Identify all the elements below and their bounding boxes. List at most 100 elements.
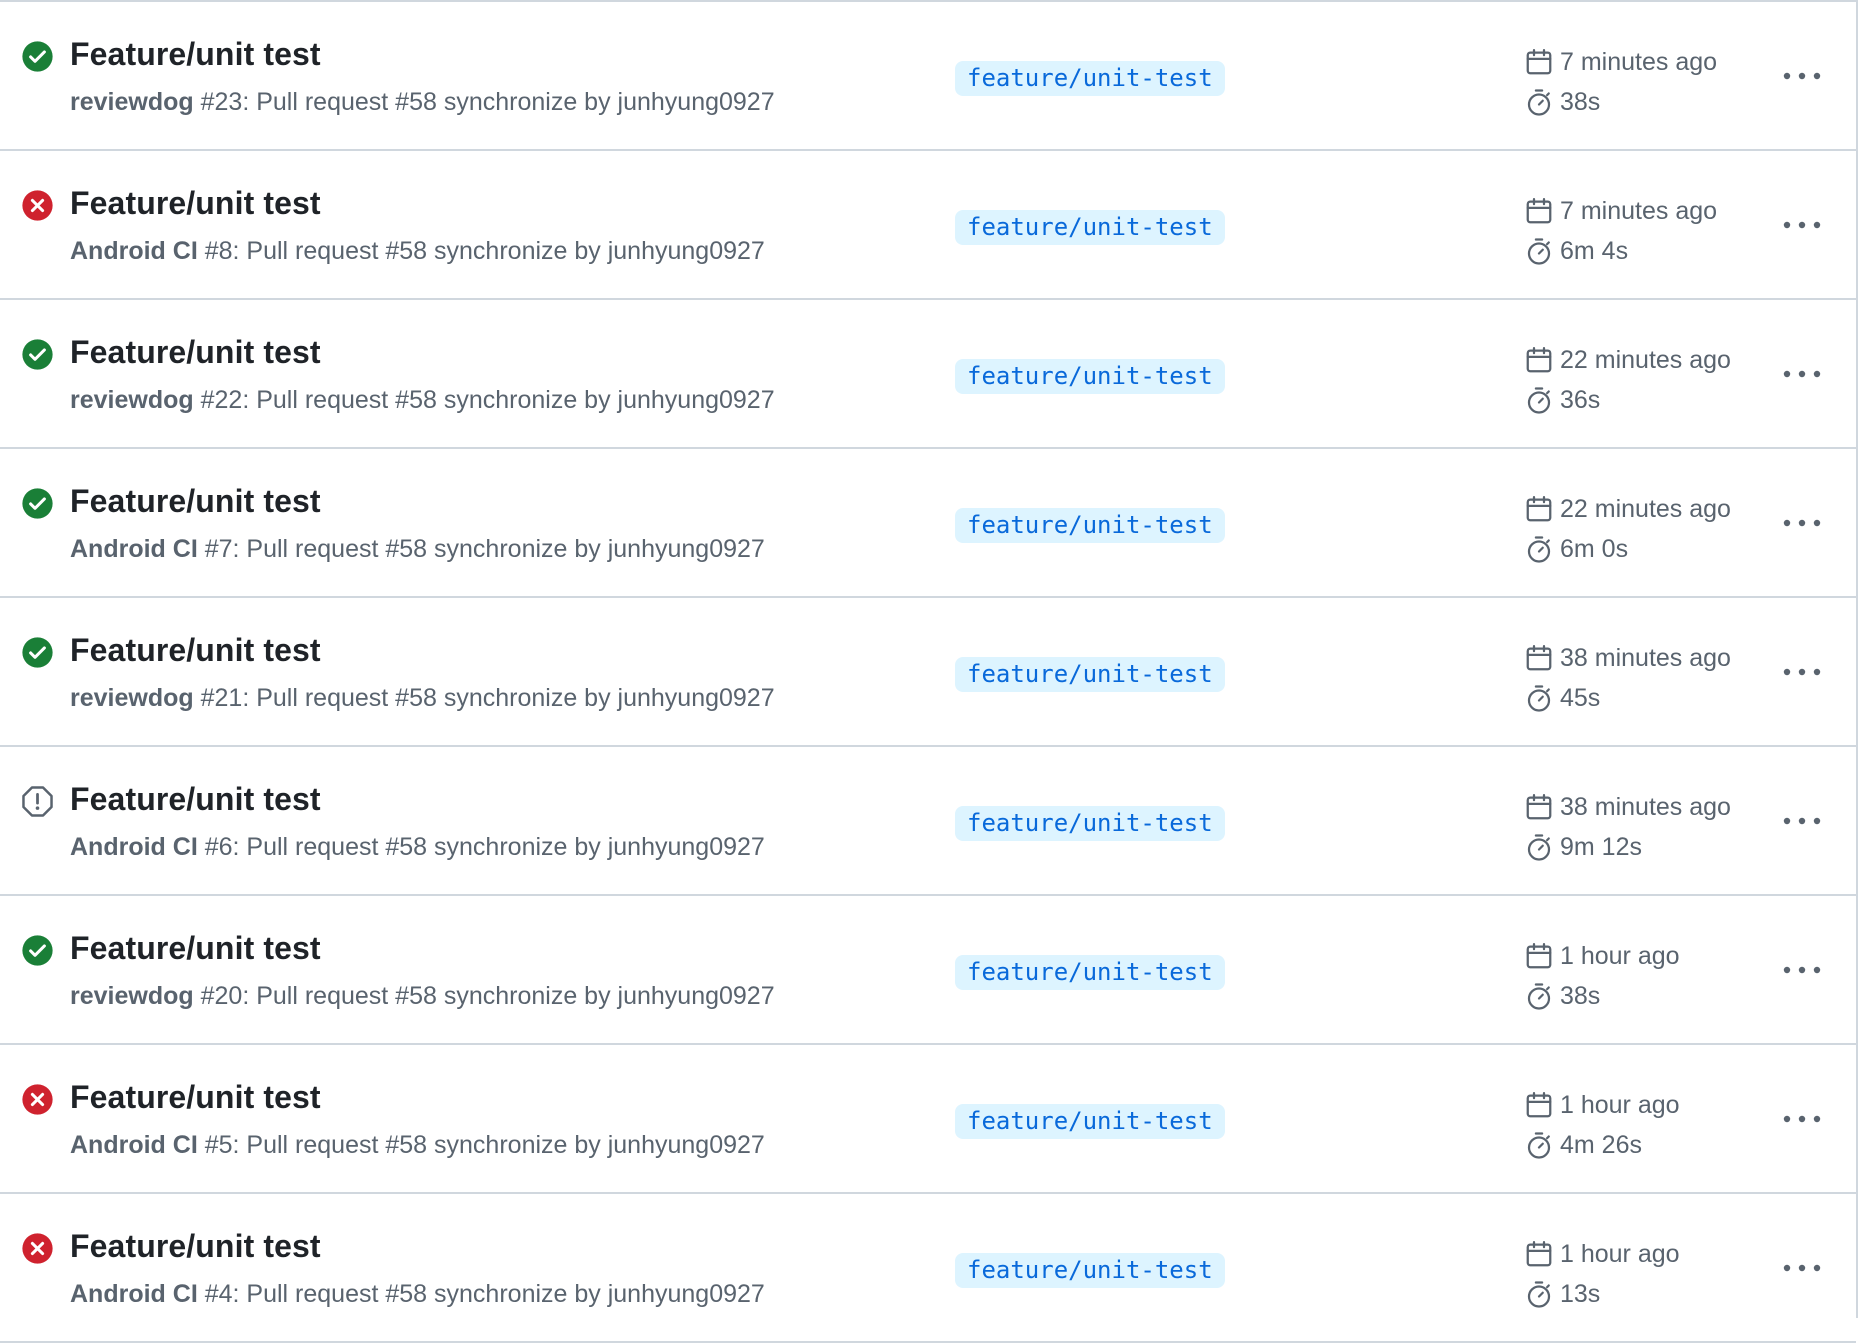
- branch-label[interactable]: feature/unit-test: [955, 210, 1225, 245]
- kebab-menu-button[interactable]: [1776, 1101, 1828, 1137]
- run-date: 38 minutes ago: [1560, 792, 1731, 821]
- kebab-horizontal-icon: [1783, 817, 1821, 825]
- branch-label[interactable]: feature/unit-test: [955, 1253, 1225, 1288]
- calendar-icon: [1524, 941, 1554, 971]
- stopwatch-icon: [1524, 981, 1554, 1011]
- run-title[interactable]: Feature/unit test: [70, 36, 321, 73]
- workflow-run-row[interactable]: Feature/unit test Android CI #7: Pull re…: [0, 449, 1856, 598]
- check-circle-fill-icon: [21, 338, 54, 371]
- run-date: 7 minutes ago: [1560, 47, 1718, 76]
- run-details: reviewdog #21: Pull request #58 synchron…: [70, 684, 775, 713]
- stopwatch-icon: [1524, 534, 1554, 564]
- run-details: Android CI #4: Pull request #58 synchron…: [70, 1280, 765, 1309]
- run-title[interactable]: Feature/unit test: [70, 185, 321, 222]
- workflow-run-row[interactable]: Feature/unit test reviewdog #23: Pull re…: [0, 2, 1856, 151]
- run-description: #23: Pull request #58 synchronize by jun…: [193, 88, 775, 116]
- stopwatch-icon: [1524, 683, 1554, 713]
- run-description: #5: Pull request #58 synchronize by junh…: [197, 1131, 765, 1159]
- run-timing: 22 minutes ago 6m 0s: [1524, 489, 1731, 569]
- branch-label[interactable]: feature/unit-test: [955, 61, 1225, 96]
- run-description: #8: Pull request #58 synchronize by junh…: [197, 237, 765, 265]
- run-duration: 38s: [1560, 981, 1601, 1010]
- branch-label[interactable]: feature/unit-test: [955, 1104, 1225, 1139]
- run-description: #21: Pull request #58 synchronize by jun…: [193, 684, 775, 712]
- kebab-menu-button[interactable]: [1776, 356, 1828, 392]
- kebab-horizontal-icon: [1783, 72, 1821, 80]
- run-duration: 9m 12s: [1560, 832, 1642, 861]
- run-description: #7: Pull request #58 synchronize by junh…: [197, 535, 765, 563]
- check-circle-fill-icon: [21, 636, 54, 669]
- workflow-run-row[interactable]: Feature/unit test Android CI #6: Pull re…: [0, 747, 1856, 896]
- run-date: 7 minutes ago: [1560, 196, 1718, 225]
- run-duration: 4m 26s: [1560, 1130, 1642, 1159]
- kebab-menu-button[interactable]: [1776, 654, 1828, 690]
- kebab-menu-button[interactable]: [1776, 803, 1828, 839]
- workflow-name: Android CI: [70, 1131, 198, 1159]
- workflow-name: reviewdog: [70, 386, 194, 414]
- run-title[interactable]: Feature/unit test: [70, 1228, 321, 1265]
- run-timing: 38 minutes ago 9m 12s: [1524, 787, 1731, 867]
- run-date: 38 minutes ago: [1560, 643, 1731, 672]
- run-timing: 7 minutes ago 38s: [1524, 42, 1717, 122]
- workflow-run-row[interactable]: Feature/unit test Android CI #4: Pull re…: [0, 1194, 1856, 1343]
- run-title[interactable]: Feature/unit test: [70, 483, 321, 520]
- branch-label[interactable]: feature/unit-test: [955, 806, 1225, 841]
- run-duration: 36s: [1560, 385, 1601, 414]
- workflow-run-row[interactable]: Feature/unit test reviewdog #20: Pull re…: [0, 896, 1856, 1045]
- run-details: reviewdog #22: Pull request #58 synchron…: [70, 386, 775, 415]
- run-title[interactable]: Feature/unit test: [70, 1079, 321, 1116]
- kebab-menu-button[interactable]: [1776, 1250, 1828, 1286]
- stopwatch-icon: [1524, 1279, 1554, 1309]
- calendar-icon: [1524, 494, 1554, 524]
- run-timing: 38 minutes ago 45s: [1524, 638, 1731, 718]
- run-date: 1 hour ago: [1560, 1239, 1680, 1268]
- workflow-name: Android CI: [70, 1280, 198, 1308]
- branch-label[interactable]: feature/unit-test: [955, 359, 1225, 394]
- run-title[interactable]: Feature/unit test: [70, 781, 321, 818]
- run-timing: 1 hour ago 13s: [1524, 1234, 1680, 1314]
- check-circle-fill-icon: [21, 40, 54, 73]
- run-details: Android CI #8: Pull request #58 synchron…: [70, 237, 765, 266]
- workflow-name: Android CI: [70, 535, 198, 563]
- workflow-run-row[interactable]: Feature/unit test reviewdog #21: Pull re…: [0, 598, 1856, 747]
- workflow-run-row[interactable]: Feature/unit test Android CI #8: Pull re…: [0, 151, 1856, 300]
- run-date: 22 minutes ago: [1560, 494, 1731, 523]
- kebab-horizontal-icon: [1783, 221, 1821, 229]
- run-title[interactable]: Feature/unit test: [70, 632, 321, 669]
- stopwatch-icon: [1524, 385, 1554, 415]
- run-timing: 7 minutes ago 6m 4s: [1524, 191, 1717, 271]
- run-duration: 45s: [1560, 683, 1601, 712]
- stopwatch-icon: [1524, 832, 1554, 862]
- kebab-horizontal-icon: [1783, 1115, 1821, 1123]
- workflow-run-row[interactable]: Feature/unit test reviewdog #22: Pull re…: [0, 300, 1856, 449]
- run-timing: 1 hour ago 4m 26s: [1524, 1085, 1680, 1165]
- branch-label[interactable]: feature/unit-test: [955, 955, 1225, 990]
- kebab-horizontal-icon: [1783, 370, 1821, 378]
- workflow-name: Android CI: [70, 833, 198, 861]
- kebab-menu-button[interactable]: [1776, 505, 1828, 541]
- check-circle-fill-icon: [21, 487, 54, 520]
- workflow-runs-list: Feature/unit test reviewdog #23: Pull re…: [0, 0, 1858, 1343]
- kebab-menu-button[interactable]: [1776, 952, 1828, 988]
- branch-label[interactable]: feature/unit-test: [955, 657, 1225, 692]
- run-title[interactable]: Feature/unit test: [70, 334, 321, 371]
- workflow-name: Android CI: [70, 237, 198, 265]
- branch-label[interactable]: feature/unit-test: [955, 508, 1225, 543]
- stop-icon: [21, 785, 54, 818]
- x-circle-fill-icon: [21, 189, 54, 222]
- calendar-icon: [1524, 47, 1554, 77]
- run-title[interactable]: Feature/unit test: [70, 930, 321, 967]
- run-details: Android CI #5: Pull request #58 synchron…: [70, 1131, 765, 1160]
- run-date: 1 hour ago: [1560, 1090, 1680, 1119]
- run-date: 1 hour ago: [1560, 941, 1680, 970]
- run-description: #4: Pull request #58 synchronize by junh…: [197, 1280, 765, 1308]
- x-circle-fill-icon: [21, 1083, 54, 1116]
- kebab-menu-button[interactable]: [1776, 207, 1828, 243]
- calendar-icon: [1524, 643, 1554, 673]
- stopwatch-icon: [1524, 1130, 1554, 1160]
- run-description: #6: Pull request #58 synchronize by junh…: [197, 833, 765, 861]
- kebab-menu-button[interactable]: [1776, 58, 1828, 94]
- x-circle-fill-icon: [21, 1232, 54, 1265]
- run-timing: 22 minutes ago 36s: [1524, 340, 1731, 420]
- workflow-run-row[interactable]: Feature/unit test Android CI #5: Pull re…: [0, 1045, 1856, 1194]
